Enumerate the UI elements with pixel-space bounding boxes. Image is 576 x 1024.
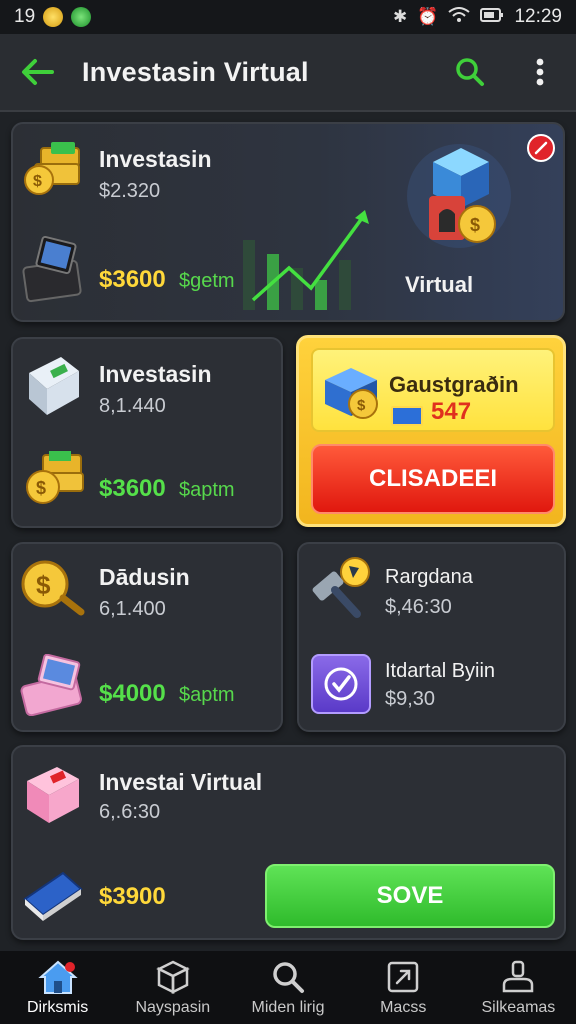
- tool-item-value: $,46:30: [385, 596, 452, 618]
- card2-subtitle: 8,1.440: [99, 395, 166, 417]
- page-title: Investasin Virtual: [82, 56, 309, 87]
- nav-item-external[interactable]: Macss: [346, 951, 461, 1024]
- more-options-button[interactable]: [522, 54, 558, 90]
- card3-price: $4000: [99, 680, 166, 707]
- gift-box-icon: $: [325, 368, 378, 419]
- wifi-icon: [448, 6, 471, 28]
- tool-item2-value: $9,30: [385, 688, 436, 710]
- investment-card-3[interactable]: $ Dādusin 6,1.400 $4000 $aptm: [11, 542, 283, 732]
- app-notification-icon: [71, 7, 92, 27]
- gift-package-icon: [27, 767, 79, 823]
- hero-investment-card[interactable]: $ Investasin $2.320 $3600 $getm $ Virtua…: [11, 122, 565, 322]
- coin-magnifier-icon: $: [21, 560, 85, 616]
- gold-bars-icon: $: [24, 142, 80, 195]
- bluetooth-icon: ✱: [393, 7, 408, 26]
- cash-box-icon: [29, 357, 79, 415]
- svg-text:$: $: [357, 397, 366, 414]
- more-vertical-icon: [536, 58, 544, 86]
- tools-card: Rargdana $,46:30 Itdartal Byiin $9,30: [297, 542, 566, 732]
- card2-unit: $aptm: [179, 479, 235, 501]
- nav-label-external: Macss: [380, 999, 427, 1016]
- back-button[interactable]: [18, 53, 56, 91]
- profile-icon: [503, 960, 534, 993]
- nav-item-box[interactable]: Nayspasin: [115, 951, 230, 1024]
- tool-item2-title[interactable]: Itdartal Byiin: [385, 660, 495, 683]
- book-icon: [23, 871, 83, 921]
- svg-text:$: $: [36, 570, 51, 600]
- arrow-left-icon: [22, 59, 54, 85]
- promo-panel: $ Gaustgraðin 547: [311, 348, 555, 432]
- home-icon: [37, 960, 78, 994]
- svg-text:$: $: [470, 215, 480, 235]
- investment-card-2[interactable]: Investasin 8,1.440 $ $3600 $aptm: [11, 337, 283, 528]
- promo-title: Gaustgraðin: [389, 372, 519, 397]
- bottom-nav: Dirksmis Nayspasin Miden lirig Macss Sil…: [0, 951, 576, 1024]
- card2-price: $3600: [99, 475, 166, 502]
- card3-unit: $aptm: [179, 684, 235, 706]
- status-left-text: 19: [14, 6, 36, 27]
- tool-item-title[interactable]: Rargdana: [385, 566, 473, 589]
- card3-title: Dādusin: [99, 564, 190, 590]
- card5-subtitle: 6,.6:30: [99, 801, 161, 823]
- hero-unit: $getm: [179, 270, 235, 292]
- gold-coins-icon: $: [26, 451, 84, 504]
- growth-chart-icon: [243, 210, 369, 310]
- external-icon: [387, 961, 419, 993]
- close-badge-button[interactable]: [527, 134, 555, 162]
- card5-price: $3900: [99, 883, 166, 910]
- phone-icon: [22, 236, 82, 303]
- status-time: 12:29: [514, 6, 562, 27]
- search-button[interactable]: [452, 54, 488, 90]
- hero-tag: Virtual: [405, 272, 474, 297]
- battery-icon: [480, 7, 504, 28]
- slash-icon: [534, 141, 548, 155]
- nav-item-home[interactable]: Dirksmis: [0, 951, 115, 1024]
- alarm-icon: ⏰: [417, 7, 439, 26]
- hammer-icon: [312, 557, 370, 618]
- ticket-icon: [391, 406, 423, 426]
- nav-item-profile[interactable]: Silkeamas: [461, 951, 576, 1024]
- box-icon: [156, 960, 190, 995]
- search-icon: [456, 58, 484, 86]
- hero-subtitle: $2.320: [99, 180, 161, 202]
- save-button[interactable]: SOVE: [265, 864, 555, 928]
- coin-notification-icon: [43, 7, 64, 27]
- nav-item-search[interactable]: Miden lirig: [230, 951, 345, 1024]
- status-bar: 19 ✱ ⏰ 12:29: [0, 0, 576, 34]
- app-bar: Investasin Virtual: [0, 34, 576, 112]
- card2-title: Investasin: [99, 361, 212, 387]
- nav-label-profile: Silkeamas: [481, 999, 556, 1016]
- search-icon: [273, 962, 304, 993]
- nav-label-box: Nayspasin: [135, 999, 211, 1016]
- promo-value: 547: [431, 398, 472, 425]
- pink-phone-icon: [20, 654, 82, 716]
- svg-text:$: $: [36, 478, 46, 498]
- hero-price: $3600: [99, 266, 166, 293]
- card3-subtitle: 6,1.400: [99, 598, 166, 620]
- nav-label-home: Dirksmis: [26, 999, 89, 1016]
- hero-title: Investasin: [99, 146, 212, 172]
- claim-button[interactable]: CLISADEEI: [311, 444, 555, 514]
- nav-label-search: Miden lirig: [251, 999, 325, 1016]
- svg-text:$: $: [33, 173, 42, 190]
- cube-safe-icon: $: [407, 144, 511, 248]
- card5-title: Investai Virtual: [99, 769, 263, 795]
- checkbox-icon[interactable]: [311, 654, 371, 714]
- promo-card: $ Gaustgraðin 547 CLISADEEI: [296, 335, 566, 527]
